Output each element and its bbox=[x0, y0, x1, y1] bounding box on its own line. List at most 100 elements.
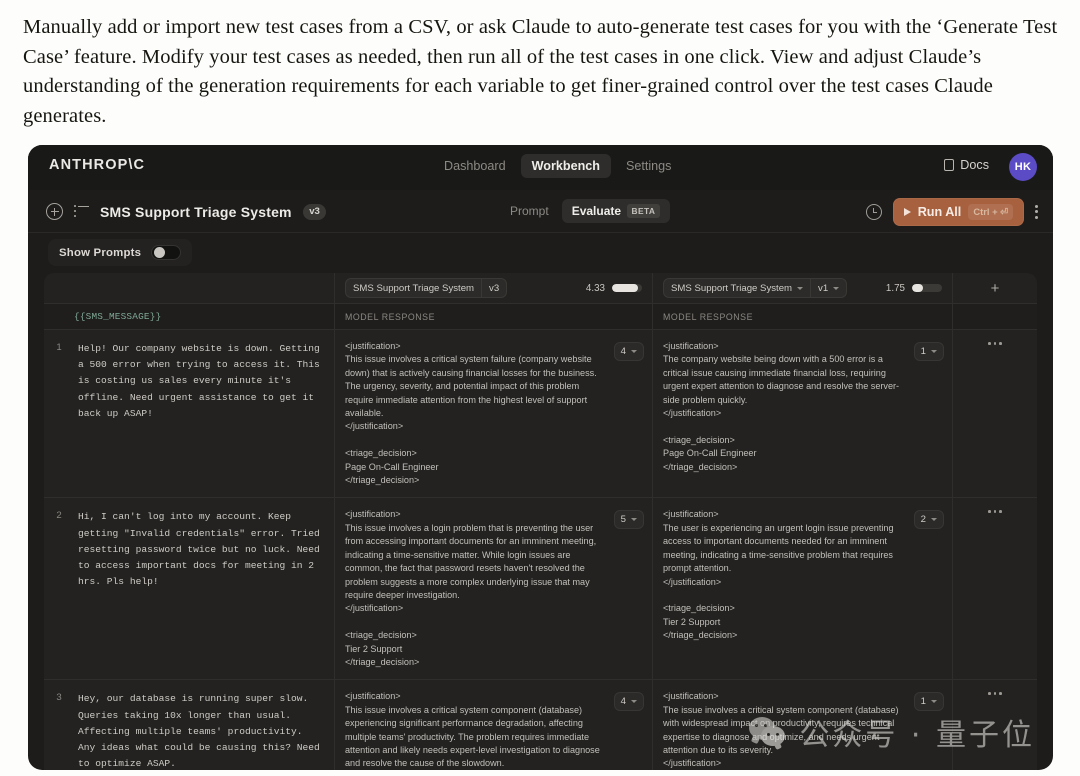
model-version-2: v1 bbox=[810, 279, 846, 297]
score-bar-1 bbox=[612, 284, 642, 292]
response-text: <justification> This issue involves a lo… bbox=[345, 509, 597, 667]
rating-select[interactable]: 5 bbox=[613, 510, 644, 530]
variable-name: {{SMS_MESSAGE}} bbox=[74, 311, 162, 322]
docs-label: Docs bbox=[960, 158, 989, 172]
model-selector-2[interactable]: SMS Support Triage System v1 bbox=[663, 278, 848, 298]
row-menu-icon[interactable] bbox=[988, 510, 1002, 514]
rating-value: 5 bbox=[620, 514, 626, 526]
subheader-model-response-1: MODEL RESPONSE bbox=[334, 304, 652, 329]
model-response-label-2: MODEL RESPONSE bbox=[663, 311, 753, 322]
nav-tab-settings[interactable]: Settings bbox=[615, 154, 683, 178]
model-name-1: SMS Support Triage System bbox=[353, 282, 475, 294]
score-value-2: 1.75 bbox=[885, 282, 905, 294]
run-all-label: Run All bbox=[917, 204, 962, 219]
rating-select[interactable]: 1 bbox=[913, 342, 944, 361]
watermark: 公众号 · 量子位 bbox=[749, 710, 1035, 754]
row-index: 1 bbox=[56, 342, 62, 353]
variable-column-header bbox=[44, 273, 334, 303]
model-selector-1[interactable]: SMS Support Triage System v3 bbox=[345, 278, 508, 298]
chevron-down-icon bbox=[931, 350, 937, 353]
beta-badge: BETA bbox=[627, 204, 660, 218]
more-options-icon[interactable] bbox=[1035, 204, 1039, 220]
toolbar-right-group: Run All Ctrl + ⏎ bbox=[865, 190, 1039, 233]
rating-value: 4 bbox=[620, 346, 626, 357]
model-version-1: v3 bbox=[481, 279, 506, 297]
show-prompts-label: Show Prompts bbox=[59, 246, 142, 259]
rating-value: 1 bbox=[920, 346, 926, 357]
subheader-actions bbox=[952, 304, 1037, 329]
chevron-down-icon bbox=[931, 518, 937, 522]
avatar[interactable]: HK bbox=[1009, 153, 1037, 181]
model-name-2-text: SMS Support Triage System bbox=[671, 282, 793, 294]
history-icon[interactable] bbox=[865, 203, 882, 220]
model-column-header-1: SMS Support Triage System v3 4.33 bbox=[334, 273, 652, 303]
row-actions[interactable] bbox=[952, 330, 1037, 498]
mode-tab-evaluate-label: Evaluate bbox=[571, 204, 622, 218]
show-prompts-toggle[interactable] bbox=[151, 245, 182, 260]
nav-tab-workbench[interactable]: Workbench bbox=[520, 154, 611, 178]
run-all-shortcut: Ctrl + ⏎ bbox=[968, 203, 1013, 220]
model-version-2-text: v1 bbox=[818, 282, 829, 294]
project-title: SMS Support Triage System bbox=[100, 203, 292, 220]
mode-switch: Prompt Evaluate BETA bbox=[500, 199, 670, 223]
row-menu-icon[interactable] bbox=[988, 342, 1002, 345]
toggle-knob bbox=[153, 247, 165, 259]
score-group-1: 4.33 bbox=[586, 283, 642, 294]
model-response-label-1: MODEL RESPONSE bbox=[345, 311, 435, 322]
top-navigation-bar: ANTHROP\C Dashboard Workbench Settings D… bbox=[28, 145, 1053, 190]
rating-value: 4 bbox=[620, 696, 626, 708]
rating-select[interactable]: 4 bbox=[613, 692, 644, 712]
variable-name-cell: {{SMS_MESSAGE}} bbox=[44, 304, 334, 329]
row-response-2: <justification> The user is experiencing… bbox=[652, 498, 952, 680]
nav-tabs: Dashboard Workbench Settings bbox=[433, 154, 682, 178]
play-icon bbox=[903, 207, 911, 216]
row-menu-icon[interactable] bbox=[988, 692, 1002, 695]
app-window: ANTHROP\C Dashboard Workbench Settings D… bbox=[28, 145, 1053, 770]
response-text: <justification> The company website bein… bbox=[663, 341, 900, 472]
run-all-button[interactable]: Run All Ctrl + ⏎ bbox=[892, 197, 1024, 226]
toolbar-left-group: SMS Support Triage System v3 bbox=[46, 190, 327, 233]
show-prompts-row: Show Prompts bbox=[28, 233, 1053, 273]
model-column-header-2: SMS Support Triage System v1 1.75 bbox=[652, 273, 952, 303]
table-row: 1 Help! Our company website is down. Get… bbox=[44, 330, 1037, 499]
anthropic-logo: ANTHROP\C bbox=[49, 157, 146, 173]
list-view-icon[interactable] bbox=[74, 205, 89, 218]
row-response-1: <justification> This issue involves a cr… bbox=[334, 680, 652, 770]
row-message[interactable]: Hi, I can't log into my account. Keep ge… bbox=[74, 498, 334, 679]
table-header-row: SMS Support Triage System v3 4.33 SMS Su… bbox=[44, 273, 1037, 304]
row-message[interactable]: Help! Our company website is down. Getti… bbox=[74, 330, 334, 497]
nav-tab-dashboard[interactable]: Dashboard bbox=[433, 154, 517, 178]
rating-select[interactable]: 2 bbox=[913, 510, 944, 530]
chevron-down-icon bbox=[631, 518, 637, 522]
chevron-down-icon bbox=[833, 286, 840, 290]
response-text: <justification> The user is experiencing… bbox=[663, 509, 894, 641]
score-value-1: 4.33 bbox=[585, 282, 605, 294]
score-group-2: 1.75 bbox=[886, 283, 942, 294]
row-message[interactable]: Hey, our database is running super slow.… bbox=[74, 680, 334, 770]
watermark-text: 公众号 · 量子位 bbox=[799, 718, 1035, 753]
row-response-1: <justification> This issue involves a lo… bbox=[334, 498, 652, 680]
rating-select[interactable]: 4 bbox=[613, 342, 644, 361]
add-column-button[interactable]: + bbox=[952, 273, 1037, 303]
mode-tab-prompt[interactable]: Prompt bbox=[500, 199, 559, 223]
project-version-chip[interactable]: v3 bbox=[302, 203, 327, 220]
chevron-down-icon bbox=[797, 286, 804, 290]
intro-paragraph: Manually add or import new test cases fr… bbox=[23, 16, 1058, 127]
response-text: <justification> This issue involves a cr… bbox=[345, 691, 600, 769]
new-item-icon[interactable] bbox=[46, 203, 63, 220]
row-response-1: <justification> This issue involves a cr… bbox=[334, 330, 652, 498]
score-bar-2 bbox=[912, 284, 942, 292]
chevron-down-icon bbox=[631, 700, 637, 704]
docs-button[interactable]: Docs bbox=[936, 155, 997, 175]
row-index: 2 bbox=[56, 510, 62, 522]
rating-value: 2 bbox=[920, 514, 926, 526]
table-subheader-row: {{SMS_MESSAGE}} MODEL RESPONSE MODEL RES… bbox=[44, 304, 1037, 330]
model-name-2: SMS Support Triage System bbox=[664, 279, 810, 297]
page-root: Manually add or import new test cases fr… bbox=[0, 0, 1080, 776]
evaluation-table: SMS Support Triage System v3 4.33 SMS Su… bbox=[44, 273, 1037, 770]
show-prompts-control[interactable]: Show Prompts bbox=[48, 239, 193, 266]
response-text: <justification> This issue involves a cr… bbox=[345, 341, 597, 486]
row-actions[interactable] bbox=[952, 498, 1037, 680]
mode-tab-evaluate[interactable]: Evaluate BETA bbox=[561, 199, 670, 223]
rating-select[interactable]: 1 bbox=[913, 692, 944, 712]
